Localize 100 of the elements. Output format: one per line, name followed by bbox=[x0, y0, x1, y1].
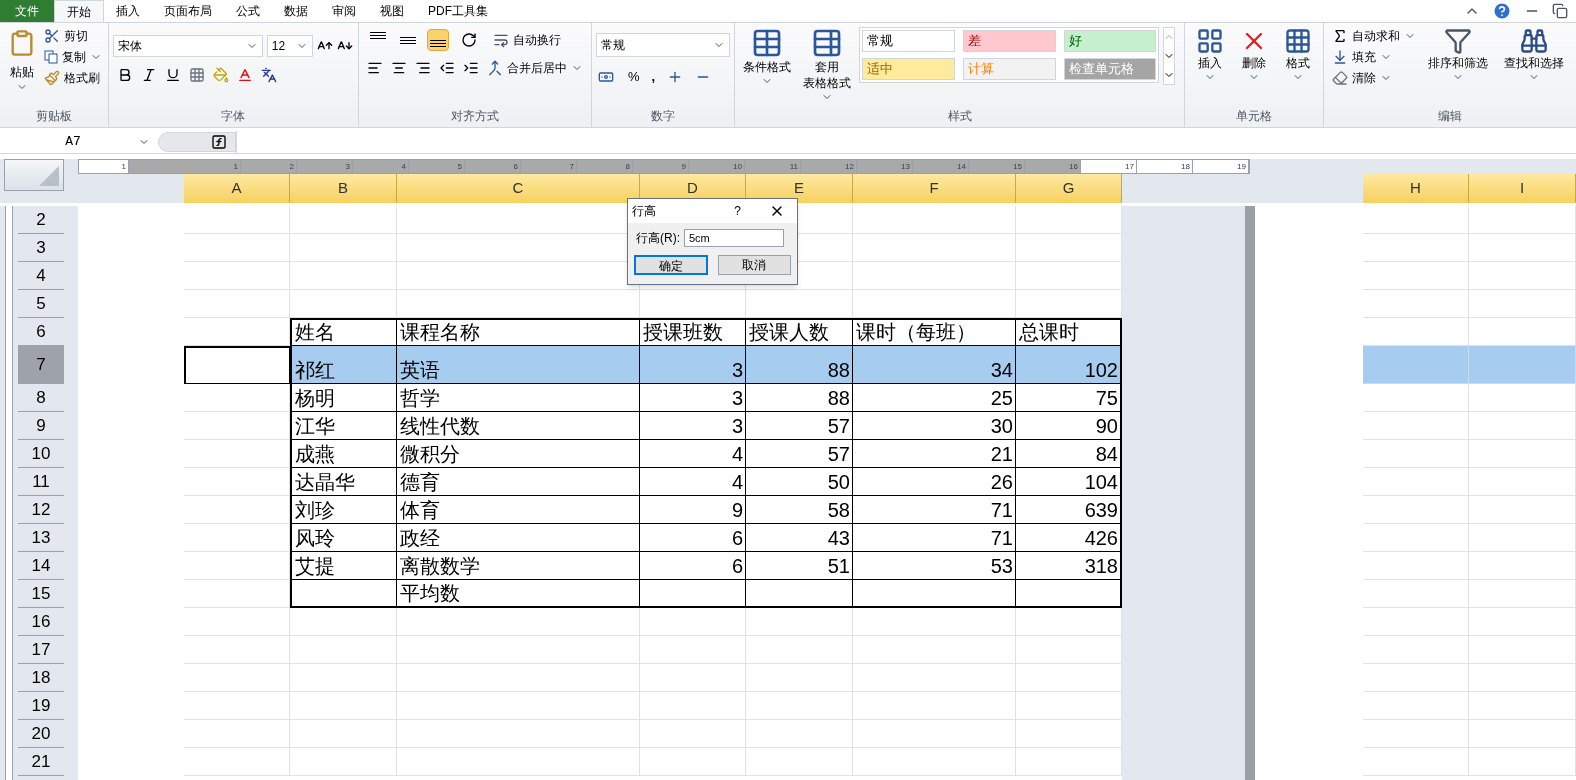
table-cell: 71 bbox=[853, 524, 1016, 552]
clear-button[interactable]: 清除 bbox=[1332, 69, 1416, 87]
ribbon-tab[interactable]: 数据 bbox=[272, 0, 320, 22]
sort-filter-button[interactable]: 排序和筛选 bbox=[1424, 27, 1492, 87]
column-header[interactable]: F bbox=[853, 174, 1016, 203]
file-tab[interactable]: 文件 bbox=[0, 0, 54, 22]
field-label: 行高(R): bbox=[636, 230, 680, 247]
table-cell: 4 bbox=[640, 440, 746, 468]
wrap-icon bbox=[493, 32, 509, 48]
borders-icon[interactable] bbox=[188, 67, 205, 83]
conditional-format-button[interactable]: 条件格式 bbox=[739, 27, 796, 103]
ribbon-tab[interactable]: 视图 bbox=[368, 0, 416, 22]
horizontal-ruler: 1 1 2 3 4 5 6 7 8 9 10 11 12 13 14 15 16 17 18 19 bbox=[78, 159, 1250, 174]
column-header[interactable]: I bbox=[1469, 174, 1576, 203]
binoculars-icon bbox=[1520, 27, 1548, 55]
column-header[interactable]: E bbox=[746, 174, 853, 203]
table-cell: 4 bbox=[640, 468, 746, 496]
find-select-button[interactable]: 查找和选择 bbox=[1500, 27, 1568, 87]
orientation-icon[interactable] bbox=[461, 32, 477, 48]
column-header[interactable]: H bbox=[1363, 174, 1469, 203]
ribbon-tab[interactable]: 插入 bbox=[104, 0, 152, 22]
column-header[interactable]: G bbox=[1016, 174, 1122, 203]
table-cell: 体育 bbox=[397, 496, 640, 524]
font-name-field[interactable]: 宋体 bbox=[112, 35, 263, 57]
column-header[interactable]: B bbox=[290, 174, 397, 203]
insert-function-icon[interactable] bbox=[211, 133, 227, 150]
group-label: 数字 bbox=[651, 108, 676, 125]
row-header[interactable]: 7 bbox=[18, 346, 64, 384]
ribbon-tab[interactable]: 审阅 bbox=[320, 0, 368, 22]
align-right-icon[interactable] bbox=[415, 60, 431, 76]
help-icon[interactable] bbox=[1492, 1, 1512, 21]
table-cell: 50 bbox=[746, 468, 853, 496]
table-cell: 艾提 bbox=[290, 552, 397, 580]
table-cell: 88 bbox=[746, 384, 853, 412]
eraser-icon bbox=[1332, 70, 1348, 86]
wrap-text-button[interactable]: 自动换行 bbox=[493, 31, 561, 49]
align-center-icon[interactable] bbox=[391, 60, 407, 76]
table-cell: 成燕 bbox=[290, 440, 397, 468]
column-header[interactable]: C bbox=[397, 174, 640, 203]
group-label: 单元格 bbox=[1236, 108, 1273, 125]
restore-icon[interactable] bbox=[1552, 3, 1568, 19]
format-button[interactable]: 格式 bbox=[1280, 27, 1317, 83]
table-cell: 57 bbox=[746, 412, 853, 440]
help-button[interactable]: ? bbox=[734, 202, 741, 220]
fill-color-icon[interactable] bbox=[212, 67, 229, 83]
down-arrow-icon bbox=[1332, 49, 1348, 65]
copy-button[interactable]: 复制 bbox=[44, 48, 102, 66]
table-cell: 88 bbox=[746, 346, 853, 384]
font-color-icon[interactable] bbox=[236, 67, 253, 83]
table-cell: 总课时 bbox=[1016, 318, 1122, 346]
percent-button[interactable]: % bbox=[628, 67, 640, 87]
scissors-icon bbox=[44, 28, 60, 44]
autosum-button[interactable]: 自动求和 bbox=[1332, 27, 1416, 45]
merge-center-button[interactable]: 合并后居中 bbox=[487, 59, 583, 77]
delete-button[interactable]: 删除 bbox=[1236, 27, 1273, 83]
cell-style-swatch[interactable]: 常规 bbox=[862, 30, 956, 52]
cell-style-swatch[interactable]: 好 bbox=[1063, 30, 1157, 52]
format-painter-button[interactable]: 格式刷 bbox=[44, 69, 102, 87]
table-cell: 90 bbox=[1016, 412, 1122, 440]
funnel-icon bbox=[1444, 27, 1472, 55]
ribbon-tab[interactable]: 公式 bbox=[224, 0, 272, 22]
phonetic-icon[interactable] bbox=[260, 67, 277, 83]
ok-button[interactable]: 确定 bbox=[634, 255, 708, 275]
paintbrush-icon bbox=[44, 70, 60, 86]
insert-button[interactable]: 插入 bbox=[1192, 27, 1229, 83]
decrease-indent-icon[interactable] bbox=[439, 60, 455, 76]
group-label: 剪贴板 bbox=[35, 108, 72, 125]
table-cell: 84 bbox=[1016, 440, 1122, 468]
table-format-button[interactable]: 套用 表格格式 bbox=[799, 27, 856, 103]
number-format-field[interactable]: 常规 bbox=[596, 33, 731, 57]
ribbon-tab[interactable]: 开始 bbox=[54, 0, 104, 22]
font-size-field[interactable]: 12 bbox=[266, 35, 313, 57]
table-cell: 34 bbox=[853, 346, 1016, 384]
name-box[interactable]: A7 bbox=[0, 130, 158, 153]
table-cell: 祁红 bbox=[290, 346, 397, 384]
cell-style-swatch[interactable]: 适中 bbox=[862, 58, 956, 80]
table-cell: 6 bbox=[640, 552, 746, 580]
ribbon-tab[interactable]: 页面布局 bbox=[152, 0, 224, 22]
table-cell: 21 bbox=[853, 440, 1016, 468]
cell-style-swatch[interactable]: 差 bbox=[963, 30, 1056, 52]
align-left-icon[interactable] bbox=[367, 60, 383, 76]
comma-button[interactable]: , bbox=[651, 67, 656, 87]
vertical-align-button[interactable] bbox=[427, 29, 449, 51]
increase-indent-icon[interactable] bbox=[463, 60, 479, 76]
paste-button[interactable]: 粘贴 bbox=[4, 27, 40, 93]
table-cell: 102 bbox=[1016, 346, 1122, 384]
table-cell: 53 bbox=[853, 552, 1016, 580]
align-lines-icon bbox=[370, 32, 386, 39]
gallery-scrollbar[interactable] bbox=[1163, 27, 1176, 85]
fill-button[interactable]: 填充 bbox=[1332, 48, 1416, 66]
underline-icon[interactable] bbox=[164, 67, 181, 83]
table-cell: 哲学 bbox=[397, 384, 640, 412]
column-header[interactable]: A bbox=[184, 174, 290, 203]
table-cell: 线性代数 bbox=[397, 412, 640, 440]
cut-button[interactable]: 剪切 bbox=[44, 27, 102, 45]
cancel-button[interactable]: 取消 bbox=[717, 255, 791, 275]
ribbon-tab[interactable]: PDF工具集 bbox=[416, 0, 500, 22]
table-cell: 杨明 bbox=[290, 384, 397, 412]
table-cell: 25 bbox=[853, 384, 1016, 412]
row-height-input[interactable]: 5cm bbox=[684, 229, 784, 247]
